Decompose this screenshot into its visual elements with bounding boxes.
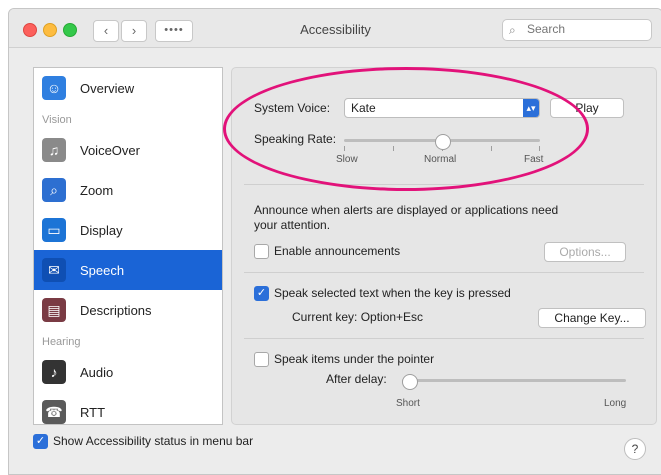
- show-status-label: Show Accessibility status in menu bar: [53, 434, 254, 448]
- descriptions-icon: ▤: [42, 298, 66, 322]
- title-bar: ‹ › •••• Accessibility ⌕: [9, 9, 661, 48]
- announce-text-line-2: your attention.: [254, 218, 331, 232]
- sidebar-item-zoom[interactable]: ⌕ Zoom: [34, 170, 222, 210]
- chevron-updown-icon: ▴▾: [523, 99, 539, 117]
- delay-slider[interactable]: [402, 374, 626, 394]
- options-button[interactable]: Options...: [544, 242, 626, 262]
- system-voice-value: Kate: [351, 101, 376, 115]
- audio-icon: ♪: [42, 360, 66, 384]
- sidebar-item-rtt[interactable]: ☎ RTT: [34, 392, 222, 424]
- enable-announcements-checkbox[interactable]: [254, 244, 269, 259]
- sidebar-item-label: Overview: [80, 80, 135, 96]
- speak-selected-checkbox[interactable]: ✓: [254, 286, 269, 301]
- sidebar-item-label: Descriptions: [80, 302, 152, 318]
- sidebar-item-label: Zoom: [80, 182, 114, 198]
- rate-fast-label: Fast: [524, 154, 544, 165]
- play-button[interactable]: Play: [550, 98, 624, 118]
- checkmark-icon: ✓: [35, 435, 46, 447]
- sidebar-item-overview[interactable]: ☺ Overview: [34, 68, 222, 108]
- sidebar-item-label: Speech: [80, 262, 125, 278]
- announce-text-line-1: Announce when alerts are displayed or ap…: [254, 203, 559, 217]
- preferences-window: ‹ › •••• Accessibility ⌕ ☺ Overview Vision…: [8, 8, 661, 475]
- sidebar-item-label: Display: [80, 222, 123, 238]
- category-sidebar[interactable]: ☺ Overview Vision ♫ VoiceOver ⌕ Zoom ▭ Display ✉ S…: [33, 67, 223, 425]
- sidebar-item-voiceover[interactable]: ♫ VoiceOver: [34, 130, 222, 170]
- system-voice-popup[interactable]: Kate ▴▾: [344, 98, 540, 118]
- sidebar-item-label: VoiceOver: [80, 142, 140, 158]
- divider: [244, 272, 644, 273]
- speaking-rate-slider[interactable]: [344, 134, 540, 154]
- slider-tick: [393, 146, 394, 151]
- speech-icon: ✉: [42, 258, 66, 282]
- enable-announcements-label: Enable announcements: [274, 244, 401, 258]
- slider-tick: [539, 146, 540, 151]
- sidebar-item-speech[interactable]: ✉ Speech: [34, 250, 222, 290]
- speaking-rate-label: Speaking Rate:: [254, 132, 337, 146]
- overview-icon: ☺: [42, 76, 66, 100]
- speak-pointer-checkbox[interactable]: [254, 352, 269, 367]
- speak-pointer-label: Speak items under the pointer: [274, 352, 435, 366]
- voiceover-icon: ♫: [42, 138, 66, 162]
- checkmark-icon: ✓: [256, 287, 267, 299]
- sidebar-item-audio[interactable]: ♪ Audio: [34, 352, 222, 392]
- sidebar-item-label: Audio: [80, 364, 114, 380]
- search-field[interactable]: ⌕: [502, 19, 652, 41]
- speech-pane: System Voice: Kate ▴▾ Play Speaking Rate…: [231, 67, 657, 425]
- question-icon: ?: [631, 442, 639, 456]
- display-icon: ▭: [42, 218, 66, 242]
- zoom-icon: ⌕: [42, 178, 66, 202]
- help-button[interactable]: ?: [624, 438, 646, 460]
- show-status-checkbox[interactable]: ✓: [33, 434, 48, 449]
- slider-track: [402, 379, 626, 382]
- system-voice-label: System Voice:: [254, 101, 331, 115]
- divider: [244, 184, 644, 185]
- search-icon: ⌕: [509, 23, 516, 37]
- slider-knob[interactable]: [402, 374, 418, 390]
- current-key-label: Current key: Option+Esc: [292, 310, 424, 324]
- sidebar-item-descriptions[interactable]: ▤ Descriptions: [34, 290, 222, 330]
- change-key-button[interactable]: Change Key...: [538, 308, 646, 328]
- sidebar-item-display[interactable]: ▭ Display: [34, 210, 222, 250]
- delay-long-label: Long: [604, 398, 627, 409]
- search-input[interactable]: [525, 21, 639, 37]
- slider-tick: [491, 146, 492, 151]
- sidebar-section-label: Hearing: [42, 336, 81, 348]
- speak-selected-label: Speak selected text when the key is pres…: [274, 286, 511, 300]
- after-delay-label: After delay:: [326, 372, 387, 386]
- slider-tick: [344, 146, 345, 151]
- delay-short-label: Short: [396, 398, 420, 409]
- sidebar-section-label: Vision: [42, 114, 72, 126]
- rate-slow-label: Slow: [336, 154, 358, 165]
- divider: [244, 338, 644, 339]
- rate-normal-label: Normal: [424, 154, 457, 165]
- rtt-icon: ☎: [42, 400, 66, 424]
- sidebar-item-label: RTT: [80, 404, 106, 420]
- slider-knob[interactable]: [435, 134, 451, 150]
